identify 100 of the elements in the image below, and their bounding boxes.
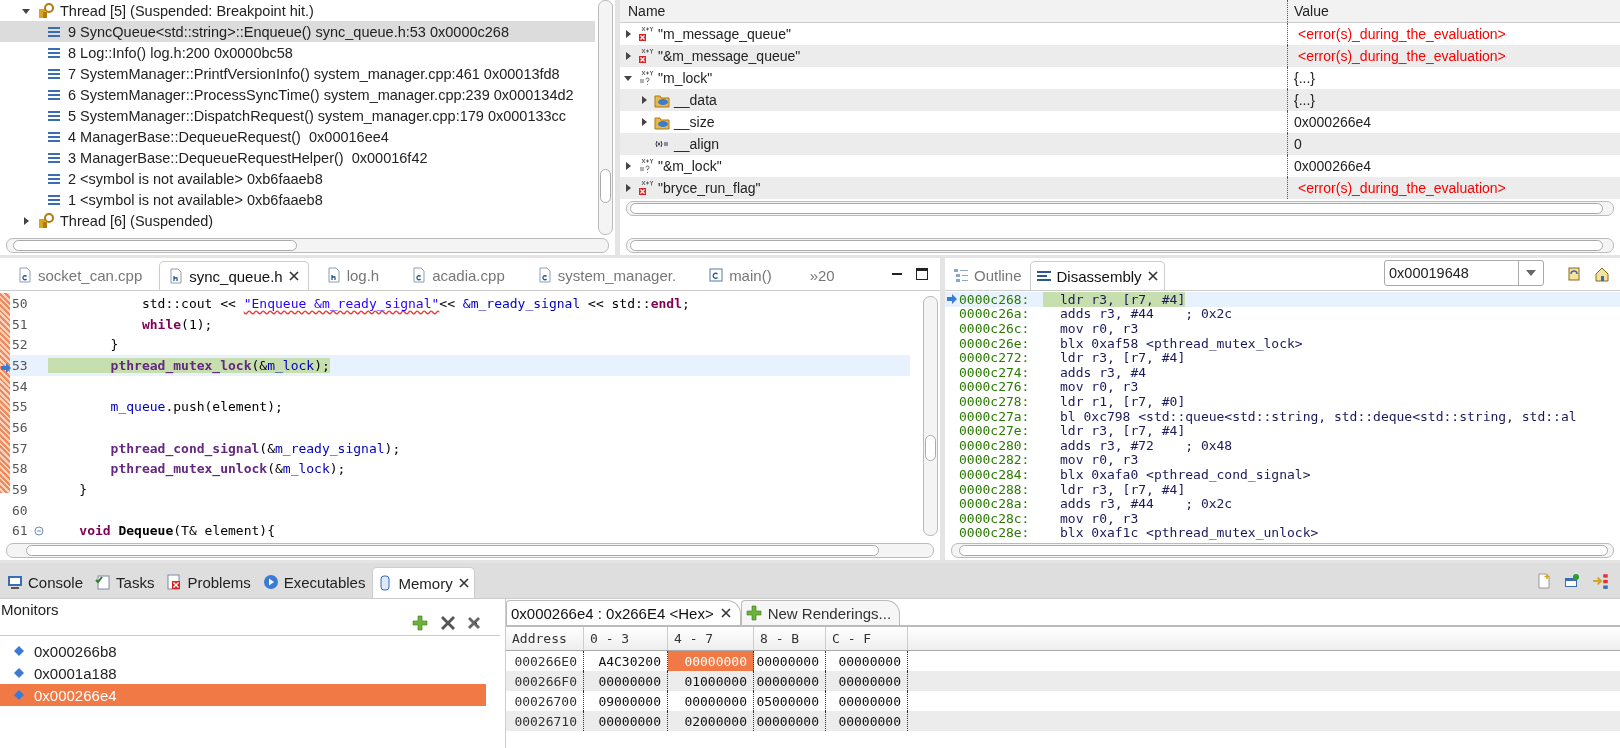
instruction-address: 0000c282: <box>959 452 1031 468</box>
stack-frame[interactable]: 6 SystemManager::ProcessSyncTime() system_manager.cpp:239 0x000134d2 <box>0 84 595 105</box>
file-icon <box>168 268 185 284</box>
column-header[interactable]: C - F <box>826 627 908 650</box>
horizontal-scrollbar[interactable] <box>6 238 609 253</box>
close-icon <box>457 577 470 589</box>
vertical-scrollbar[interactable] <box>923 296 938 536</box>
stack-frame[interactable]: 7 SystemManager::PrintfVersionInfo() system_manager.cpp:461 0x00013fd8 <box>0 63 595 84</box>
file-icon <box>411 267 428 283</box>
monitor-item[interactable]: 0x000266b8 <box>0 640 486 662</box>
new-page-icon <box>1536 572 1552 589</box>
instruction-address: 0000c268: <box>959 291 1031 307</box>
view-tab[interactable]: Tasks <box>90 566 160 598</box>
memory-cell[interactable]: 00000000 <box>826 711 908 731</box>
code-line: std::cout << "Enqueue &m_ready_signal"<< &m_ready_signal << std::endl; <box>140 295 690 311</box>
view-tab[interactable]: Disassembly <box>1029 261 1165 290</box>
console-icon <box>7 574 23 590</box>
stack-frame[interactable]: 1 <symbol is not available> 0xb6faaeb8 <box>0 189 595 210</box>
column-header[interactable]: Address <box>506 627 584 650</box>
horizontal-scrollbar[interactable] <box>626 238 1614 253</box>
horizontal-scrollbar[interactable] <box>951 543 1614 558</box>
view-tab[interactable]: Executables <box>257 566 371 598</box>
instruction-address: 0000c26c: <box>959 321 1031 336</box>
instruction-address: 0000c276: <box>959 379 1031 395</box>
stack-frame[interactable]: 3 ManagerBase::DequeueRequestHelper() 0x00016f42 <box>0 147 595 168</box>
instruction-address: 0000c274: <box>959 364 1031 380</box>
column-header[interactable]: 8 - B <box>754 627 826 650</box>
horizontal-scrollbar[interactable] <box>626 201 1614 216</box>
view-tab[interactable]: Console <box>2 566 89 598</box>
close-icon <box>1146 270 1159 282</box>
view-tab[interactable]: Problems <box>161 566 256 598</box>
line-number: 56 <box>11 419 29 435</box>
vertical-scrollbar[interactable] <box>598 0 613 235</box>
thread-label[interactable]: Thread [6] (Suspended) <box>60 212 214 229</box>
instruction-pointer-icon <box>946 293 958 306</box>
instruction: ldr r3, [r7, #4] <box>1059 423 1186 439</box>
instruction: blx 0xaf58 <pthread_mutex_lock> <box>1059 335 1303 351</box>
memory-cell[interactable]: 00000000 <box>584 711 668 731</box>
thread-label[interactable]: Thread [5] (Suspended: Breakpoint hit.) <box>60 2 314 19</box>
memory-cell[interactable]: 02000000 <box>668 711 754 731</box>
line-number: 55 <box>11 399 29 415</box>
instruction-address: 0000c26a: <box>959 306 1031 322</box>
editor-tab[interactable]: system_manager. <box>521 260 692 290</box>
code-line: pthread_cond_signal(&m_ready_signal); <box>109 440 401 456</box>
variable-value: 0x000266e4 <box>1294 114 1372 130</box>
variable-name: "&m_message_queue" <box>658 48 801 64</box>
file-icon <box>536 267 553 283</box>
stack-frame[interactable]: 5 SystemManager::DispatchRequest() system_manager.cpp:179 0x000133cc <box>0 105 595 126</box>
expression-icon <box>638 158 654 174</box>
line-number: 57 <box>11 440 29 456</box>
instruction: mov r0, r3 <box>1059 379 1139 395</box>
line-number: 54 <box>11 378 29 394</box>
variable-name: __data <box>674 92 717 108</box>
stack-frame[interactable]: 4 ManagerBase::DequeueRequest() 0x00016ee4 <box>0 126 595 147</box>
view-tab[interactable]: Outline <box>947 260 1028 290</box>
instruction: bl 0xc798 <std::queue<std::string, std::deque<std::string, std::al <box>1059 408 1577 424</box>
memory-cell[interactable]: 00000000 <box>754 711 826 731</box>
address-combo[interactable]: 0x00019648 <box>1384 260 1544 286</box>
instruction: mov r0, r3 <box>1059 321 1139 336</box>
variable-value: <error(s)_during_the_evaluation> <box>1298 180 1506 196</box>
close-icon <box>287 270 300 282</box>
editor-tab[interactable]: socket_can.cpp <box>2 260 158 290</box>
stack-frame[interactable]: 8 Log::Info() log.h:200 0x0000bc58 <box>0 42 595 63</box>
variable-name: "&m_lock" <box>658 158 722 174</box>
editor-tab[interactable]: main() <box>693 260 787 290</box>
play-icon <box>262 574 279 590</box>
variable-name: __size <box>674 114 715 130</box>
disassembly-icon <box>1035 268 1052 284</box>
instruction-address: 0000c28a: <box>959 496 1031 512</box>
line-number: 53 <box>10 357 34 373</box>
stack-frame[interactable]: 9 SyncQueue<std::string>::Enqueue() sync_queue.h:53 0x0000c268 <box>0 21 595 42</box>
line-number: 58 <box>11 461 29 477</box>
fold-icon <box>34 525 44 536</box>
variable-name: "m_lock" <box>658 70 713 86</box>
editor-tab[interactable]: sync_queue.h <box>159 261 309 290</box>
instruction-address: 0000c284: <box>959 466 1031 482</box>
editor-tab[interactable]: log.h <box>310 260 395 290</box>
close-icon <box>719 607 732 619</box>
horizontal-scrollbar[interactable] <box>6 543 934 558</box>
variable-value: {...} <box>1294 92 1316 108</box>
view-tab[interactable]: Memory <box>372 567 475 598</box>
instruction: ldr r3, [r7, #4] <box>1043 291 1186 307</box>
outline-icon <box>953 267 969 283</box>
minimize-icon <box>892 273 902 275</box>
add-icon <box>745 605 762 621</box>
tasks-icon <box>95 574 112 590</box>
variable-name: "bryce_run_flag" <box>658 180 761 196</box>
rendering-tab[interactable]: New Renderings... <box>740 600 901 625</box>
stack-frame[interactable]: 2 <symbol is not available> 0xb6faaeb8 <box>0 168 595 189</box>
line-number: 51 <box>11 316 29 332</box>
column-header[interactable]: 4 - 7 <box>668 627 754 650</box>
rendering-tab[interactable]: 0x000266e4 : 0x266E4 <Hex> <box>506 600 741 625</box>
monitor-item[interactable]: 0x0001a188 <box>0 662 486 684</box>
editor-tab[interactable]: acadia.cpp <box>396 260 520 290</box>
column-header[interactable]: Value <box>1294 3 1329 19</box>
overflow-tabs-button[interactable]: »20 <box>809 266 835 284</box>
column-header[interactable]: Name <box>628 3 666 19</box>
instruction-address: 0000c288: <box>959 481 1031 497</box>
column-header[interactable]: 0 - 3 <box>584 627 668 650</box>
variable-value: <error(s)_during_the_evaluation> <box>1298 48 1506 64</box>
